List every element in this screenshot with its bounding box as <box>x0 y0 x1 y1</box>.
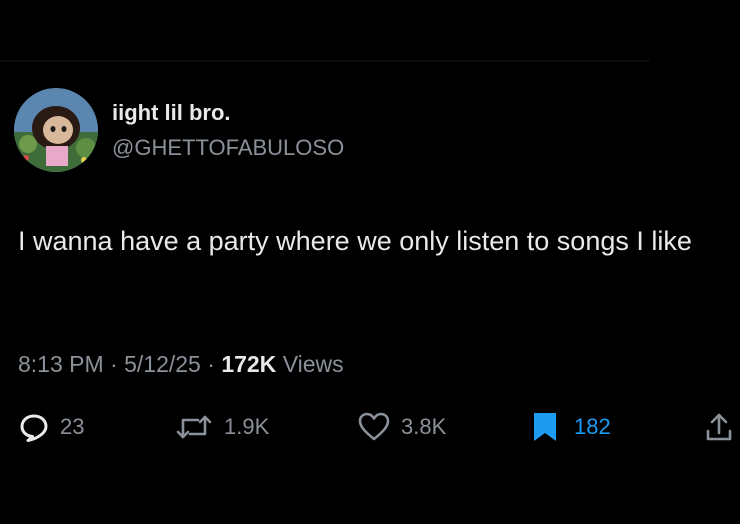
user-handle[interactable]: @GHETTOFABULOSO <box>112 135 344 161</box>
tweet-time[interactable]: 8:13 PM <box>18 351 104 377</box>
tweet-text: I wanna have a party where we only liste… <box>18 226 692 256</box>
views-label: Views <box>282 351 344 377</box>
reply-count: 23 <box>60 414 85 439</box>
reply-icon <box>20 414 48 442</box>
meta-separator: · <box>110 351 118 377</box>
share-icon <box>706 413 732 441</box>
tweet-date[interactable]: 5/12/25 <box>124 351 201 377</box>
repost-button[interactable]: 1.9K <box>174 410 269 444</box>
like-count: 3.8K <box>401 414 447 439</box>
reply-button[interactable]: 23 <box>18 410 84 444</box>
repost-count: 1.9K <box>224 414 270 439</box>
bookmark-icon <box>534 413 556 441</box>
display-name[interactable]: iight lil bro. <box>112 100 231 126</box>
share-button[interactable] <box>704 410 734 444</box>
tweet-meta: 8:13 PM · 5/12/25 · 172K Views <box>18 351 344 378</box>
avatar[interactable] <box>14 88 98 172</box>
divider <box>0 60 650 62</box>
bookmark-button[interactable]: 182 <box>530 410 611 444</box>
like-button[interactable]: 3.8K <box>357 410 446 444</box>
heart-icon <box>358 412 390 441</box>
views-count: 172K <box>221 351 277 377</box>
meta-separator: · <box>207 351 215 377</box>
repost-icon <box>176 415 212 439</box>
bookmark-count: 182 <box>574 414 611 439</box>
